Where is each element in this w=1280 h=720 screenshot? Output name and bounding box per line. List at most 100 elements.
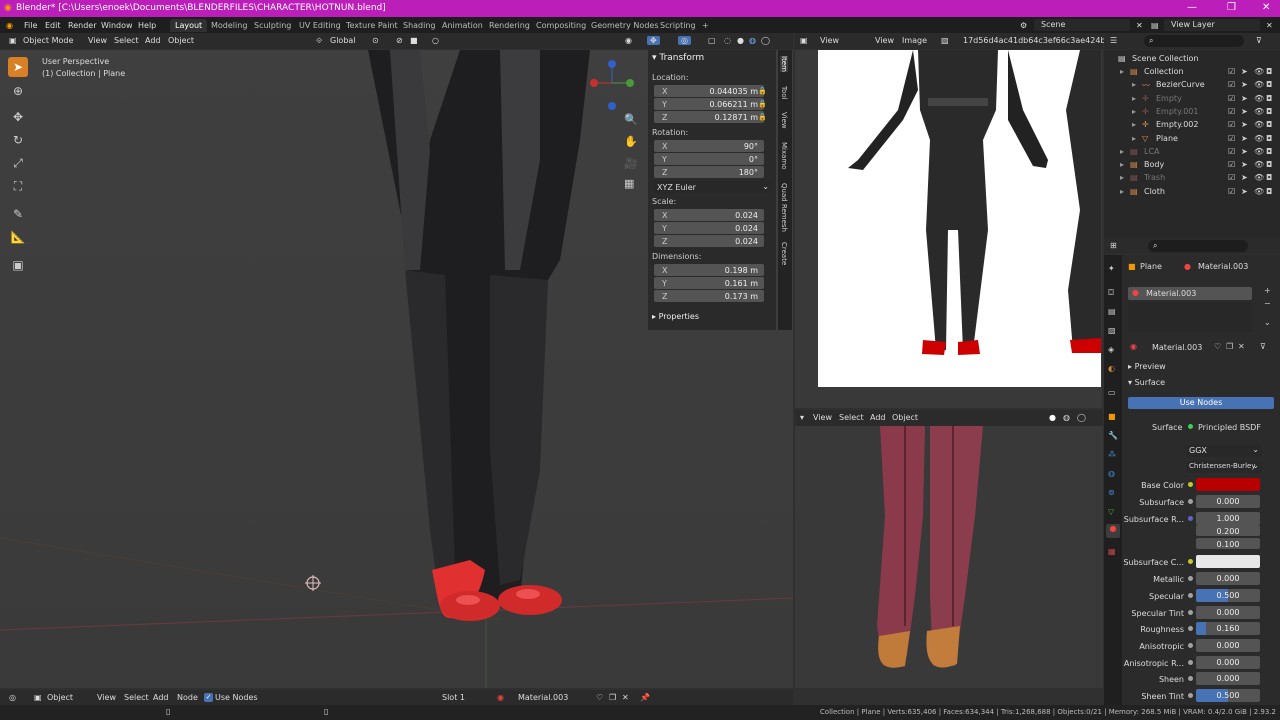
material-name-field[interactable]: Material.003 (518, 693, 568, 702)
menu-help[interactable]: Help (138, 21, 156, 30)
add-cube-tool-icon[interactable]: ▣ (8, 255, 28, 275)
orientation-dropdown[interactable]: Global (330, 36, 356, 45)
output-tab-icon[interactable]: ▤ (1108, 307, 1116, 316)
lock-icon[interactable]: 🔒 (758, 113, 767, 121)
outliner-row[interactable]: ▸ ✛ Empty.002 ☑ ➤ 👁 ◘ (1104, 118, 1280, 131)
menu-add[interactable]: Add (153, 693, 169, 702)
render-tab-icon[interactable]: ⛋ (1108, 288, 1114, 298)
outliner-row[interactable]: ▸ ✛ Empty.001 ☑ ➤ 👁 ◘ (1104, 105, 1280, 118)
property-row[interactable]: Specular 0.500 (1124, 589, 1276, 604)
expand-icon[interactable]: ▸ (1132, 80, 1136, 89)
expand-icon[interactable]: ▸ (1120, 67, 1124, 76)
menu-render[interactable]: Render (68, 21, 96, 30)
dimensions-x-field[interactable]: X 0.198 m (654, 264, 764, 276)
tab-modeling[interactable]: Modeling (206, 19, 252, 32)
eye-icon[interactable]: 👁 (1254, 94, 1264, 103)
selectable-icon[interactable]: ➤ (1241, 120, 1248, 129)
property-row[interactable]: Sheen Tint 0.500 (1124, 689, 1276, 704)
property-value-field[interactable]: 0.500 (1196, 689, 1260, 702)
pan-hand-icon[interactable]: ✋ (624, 135, 638, 148)
dimensions-z-field[interactable]: Z 0.173 m (654, 290, 764, 302)
collection-tab-icon[interactable]: ▭ (1108, 388, 1116, 397)
material-slot-list[interactable] (1128, 302, 1252, 332)
properties-search-input[interactable]: ⌕ (1148, 240, 1248, 252)
menu-file[interactable]: File (24, 21, 37, 30)
checkbox-icon[interactable]: ☑ (1228, 134, 1235, 143)
outliner-row[interactable]: ▸ ▽ Plane ☑ ➤ 👁 ◘ (1104, 132, 1280, 145)
tab-item[interactable]: Item (780, 56, 788, 72)
scale-tool-icon[interactable]: ⤢ (8, 153, 28, 173)
checkbox-icon[interactable]: ☑ (1228, 94, 1235, 103)
add-workspace-button[interactable]: + (697, 19, 714, 32)
properties-type-icon[interactable]: ⊞ (1110, 241, 1117, 250)
render-icon[interactable]: ◘ (1266, 147, 1272, 156)
tab-view[interactable]: View (780, 112, 788, 129)
render-icon[interactable]: ◘ (1266, 134, 1272, 143)
tab-uv-editing[interactable]: UV Editing (294, 19, 346, 32)
material-preview-viewport[interactable] (795, 426, 1103, 688)
tab-shading[interactable]: Shading (398, 19, 441, 32)
object-tab-icon[interactable]: ■ (1108, 412, 1116, 421)
shader-type-dropdown[interactable]: Object (47, 693, 73, 702)
property-row[interactable]: Anisotropic 0.000 (1124, 639, 1276, 654)
render-icon[interactable]: ◘ (1266, 107, 1272, 116)
selectable-icon[interactable]: ➤ (1241, 134, 1248, 143)
location-y-field[interactable]: Y 0.066211 m (654, 98, 764, 110)
selectable-icon[interactable]: ➤ (1241, 67, 1248, 76)
menu-image[interactable]: Image (902, 36, 927, 45)
world-tab-icon[interactable]: ◐ (1108, 364, 1115, 373)
scale-x-field[interactable]: X 0.024 (654, 209, 764, 221)
tab-texture-paint[interactable]: Texture Paint (341, 19, 403, 32)
material-shading-icon[interactable]: ◍ (1063, 413, 1070, 422)
location-x-field[interactable]: X 0.044035 m (654, 85, 764, 97)
rotation-mode-dropdown[interactable]: XYZ Euler ⌄ (654, 181, 772, 193)
solid-shading-icon[interactable]: ● (1049, 413, 1056, 422)
eye-icon[interactable]: 👁 (1254, 80, 1264, 89)
distribution-dropdown[interactable]: GGX ⌄ (1186, 445, 1262, 457)
material-tab-icon[interactable]: ● (1106, 524, 1120, 538)
menu-select[interactable]: Select (114, 36, 139, 45)
render-icon[interactable]: ◘ (1266, 160, 1272, 169)
rotation-z-field[interactable]: Z 180° (654, 166, 764, 178)
property-row[interactable]: Sheen 0.000 (1124, 672, 1276, 687)
texture-tab-icon[interactable]: ▦ (1108, 547, 1116, 556)
move-tool-icon[interactable]: ✥ (8, 107, 28, 127)
tab-tool[interactable]: Tool (780, 86, 788, 100)
render-icon[interactable]: ◘ (1266, 120, 1272, 129)
eye-icon[interactable]: 👁 (1254, 147, 1264, 156)
menu-view[interactable]: View (820, 36, 839, 45)
image-name-field[interactable]: 17d56d4ac41db64c3ef66c3ae424bf3 (963, 36, 1113, 45)
filter-icon[interactable]: ⊽ (1256, 36, 1262, 45)
preview-panel-header[interactable]: ▸ Preview (1128, 362, 1166, 371)
subsurface-method-dropdown[interactable]: Christensen-Burley ⌄ (1186, 461, 1262, 473)
property-value-field[interactable]: 0.100 (1196, 538, 1260, 549)
checkbox-icon[interactable]: ☑ (1228, 67, 1235, 76)
selectable-icon[interactable]: ➤ (1241, 80, 1248, 89)
outliner-type-icon[interactable]: ☰ (1110, 36, 1117, 45)
menu-select[interactable]: Select (124, 693, 149, 702)
menu-object[interactable]: Object (892, 413, 918, 422)
outliner-row[interactable]: ▸ ▤ Collection ☑ ➤ 👁 ◘ (1104, 65, 1280, 78)
outliner-row[interactable]: ▸ ▤ Trash ☑ ➤ 👁 ◘ (1104, 171, 1280, 184)
outliner-row[interactable]: ▤ Scene Collection (1104, 52, 1280, 65)
pivot-icon[interactable]: ⊙ (372, 36, 379, 45)
maximize-icon[interactable]: ❐ (1227, 2, 1236, 13)
property-value-field[interactable]: 0.500 (1196, 589, 1260, 602)
scene-tab-icon[interactable]: ◈ (1108, 345, 1114, 354)
menu-view[interactable]: View (813, 413, 832, 422)
rotate-tool-icon[interactable]: ↻ (8, 130, 28, 150)
tab-create[interactable]: Create (780, 242, 788, 265)
property-value-field[interactable]: 0.000 (1196, 672, 1260, 685)
blender-menu-icon[interactable]: ◉ (6, 21, 13, 30)
solid-shading-icon[interactable]: ● (737, 36, 744, 45)
image-browse-icon[interactable]: ▨ (941, 36, 949, 45)
render-icon[interactable]: ◘ (1266, 80, 1272, 89)
scene-selector[interactable]: Scene (1034, 19, 1130, 31)
expand-icon[interactable]: ▸ (1132, 94, 1136, 103)
select-tool-icon[interactable]: ➤ (8, 57, 28, 77)
property-value-field[interactable] (1196, 555, 1260, 568)
wireframe-shading-icon[interactable]: ◌ (724, 36, 731, 45)
view-layer-close-icon[interactable]: ✕ (1266, 21, 1273, 30)
property-value-field[interactable]: 1.000 (1196, 512, 1260, 525)
eye-icon[interactable]: 👁 (1254, 120, 1264, 129)
